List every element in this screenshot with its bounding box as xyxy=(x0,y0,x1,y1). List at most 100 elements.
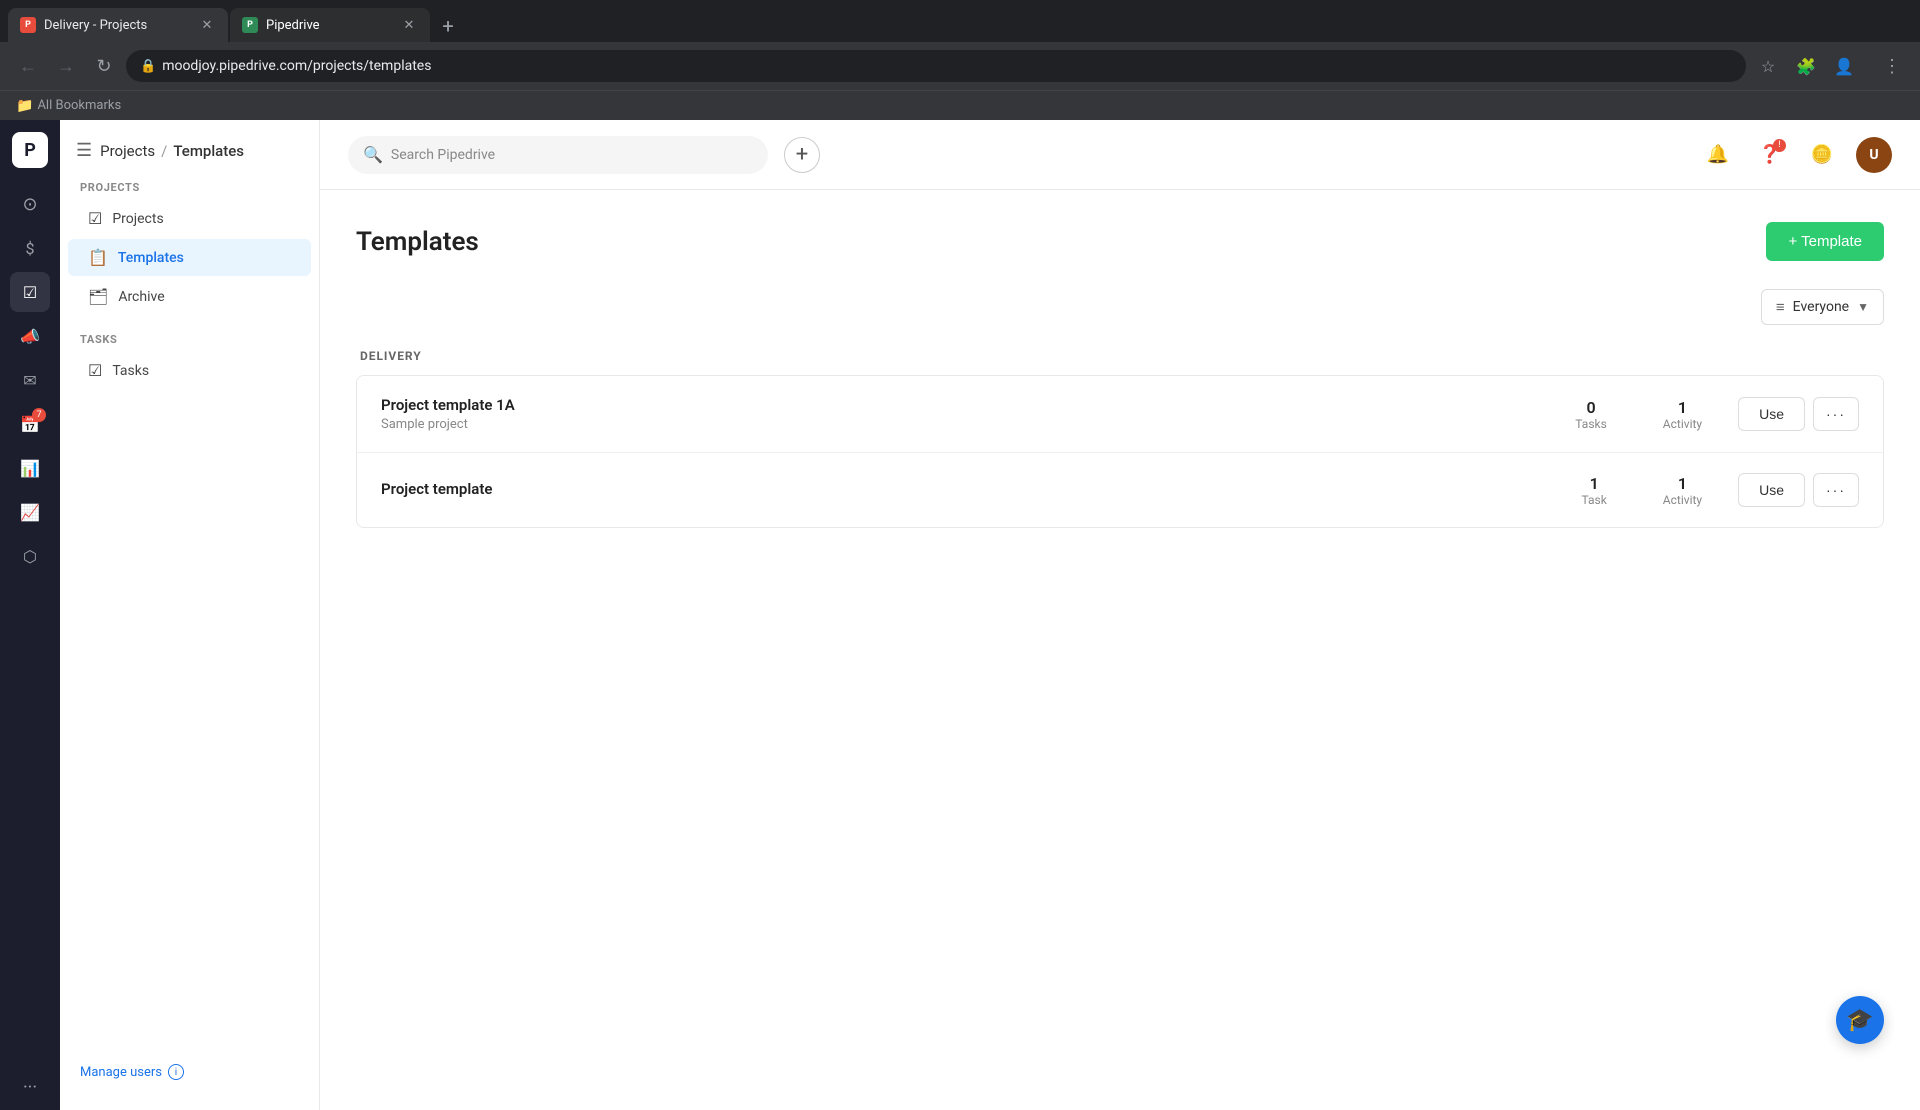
sidebar: ☰ Projects / Templates PROJECTS ☑ Projec… xyxy=(60,120,320,1110)
tab-label-delivery: Delivery - Projects xyxy=(44,18,147,33)
extensions-icon[interactable]: 🧩 xyxy=(1790,50,1822,82)
forward-button[interactable]: → xyxy=(50,50,82,82)
tab-close-delivery[interactable]: ✕ xyxy=(198,16,216,34)
template-1a-activity-label: Activity xyxy=(1663,417,1702,431)
tab-pipedrive[interactable]: P Pipedrive ✕ xyxy=(230,8,430,42)
manage-users-link[interactable]: Manage users i xyxy=(60,1054,204,1090)
search-container[interactable]: 🔍 Search Pipedrive xyxy=(348,136,768,174)
template-1a-actions: Use ··· xyxy=(1738,397,1859,431)
rail-more-button[interactable]: ··· xyxy=(23,1077,37,1098)
templates-nav-label: Templates xyxy=(118,250,184,266)
coins-icon[interactable]: 🪙 xyxy=(1804,137,1840,173)
bookmarks-folder-icon: 📁 xyxy=(16,98,33,114)
rail-logo-text: P xyxy=(24,140,36,161)
template-1a-tasks-stat: 0 Tasks xyxy=(1575,398,1607,431)
tasks-nav-label: Tasks xyxy=(112,363,149,379)
tab-close-pipedrive[interactable]: ✕ xyxy=(400,16,418,34)
icon-rail: P ⊙ $ ☑ 📣 ✉ 📅 7 📊 📈 ⬡ ··· xyxy=(0,120,60,1110)
sidebar-item-tasks[interactable]: ☑ Tasks xyxy=(68,352,311,389)
tasks-section: TASKS ☑ Tasks xyxy=(60,325,319,399)
new-template-button[interactable]: + Template xyxy=(1766,222,1884,261)
address-text: moodjoy.pipedrive.com/projects/templates xyxy=(162,58,431,74)
add-button[interactable]: + xyxy=(784,137,820,173)
rail-icon-calendar[interactable]: 📅 7 xyxy=(10,404,50,444)
bookmarks-bar: 📁 All Bookmarks xyxy=(0,90,1920,120)
breadcrumb-separator: / xyxy=(161,142,167,160)
sidebar-item-projects[interactable]: ☑ Projects xyxy=(68,200,311,237)
template-1a-tasks-count: 0 xyxy=(1575,398,1607,417)
page-content: Templates + Template ≡ Everyone ▼ DELIVE… xyxy=(320,190,1920,1110)
calendar-badge: 7 xyxy=(32,408,46,422)
filter-bar: ≡ Everyone ▼ xyxy=(356,289,1884,325)
rail-icon-projects[interactable]: ☑ xyxy=(10,272,50,312)
nav-bar: ← → ↻ 🔒 moodjoy.pipedrive.com/projects/t… xyxy=(0,42,1920,90)
help-fab[interactable]: 🎓 xyxy=(1836,996,1884,1044)
rail-icon-home[interactable]: ⊙ xyxy=(10,184,50,224)
page-header: Templates + Template xyxy=(356,222,1884,261)
template-2-name: Project template xyxy=(381,480,1581,498)
archive-nav-label: Archive xyxy=(118,289,164,305)
notifications-bell[interactable]: 🔔 xyxy=(1700,137,1736,173)
back-button[interactable]: ← xyxy=(12,50,44,82)
tab-delivery[interactable]: P Delivery - Projects ✕ xyxy=(8,8,228,42)
template-1a-name: Project template 1A xyxy=(381,396,1575,414)
delivery-section-label: DELIVERY xyxy=(356,349,1884,375)
hamburger-icon[interactable]: ☰ xyxy=(76,140,92,161)
template-row-2: Project template 1 Task 1 Activity xyxy=(357,453,1883,527)
rail-icon-campaigns[interactable]: 📣 xyxy=(10,316,50,356)
everyone-filter-dropdown[interactable]: ≡ Everyone ▼ xyxy=(1761,289,1884,325)
templates-nav-icon: 📋 xyxy=(88,248,108,267)
rail-icon-trends[interactable]: 📈 xyxy=(10,492,50,532)
help-button[interactable]: ❓ ! xyxy=(1752,137,1788,173)
template-2-tasks-label: Task xyxy=(1581,493,1606,507)
bookmarks-label: All Bookmarks xyxy=(37,98,121,113)
template-1a-more-button[interactable]: ··· xyxy=(1813,397,1859,431)
tab-label-pipedrive: Pipedrive xyxy=(266,18,320,33)
projects-nav-label: Projects xyxy=(112,211,163,227)
rail-icon-deals[interactable]: $ xyxy=(10,228,50,268)
bookmark-icon[interactable]: ☆ xyxy=(1752,50,1784,82)
template-1a-use-button[interactable]: Use xyxy=(1738,397,1805,431)
tasks-nav-icon: ☑ xyxy=(88,361,102,380)
template-2-more-button[interactable]: ··· xyxy=(1813,473,1859,507)
breadcrumb-projects: Projects xyxy=(100,142,155,160)
template-2-activity-stat: 1 Activity xyxy=(1663,474,1702,507)
template-2-tasks-stat: 1 Task xyxy=(1581,474,1606,507)
template-1a-tasks-label: Tasks xyxy=(1575,417,1607,431)
tab-favicon-pipedrive: P xyxy=(242,17,258,33)
template-2-stats: 1 Task 1 Activity xyxy=(1581,474,1702,507)
new-tab-button[interactable]: + xyxy=(432,10,464,42)
archive-nav-icon: 🗂 xyxy=(88,287,108,306)
template-1a-info: Project template 1A Sample project xyxy=(381,396,1575,432)
template-1a-desc: Sample project xyxy=(381,417,1575,432)
template-2-actions: Use ··· xyxy=(1738,473,1859,507)
projects-nav-icon: ☑ xyxy=(88,209,102,228)
template-list: Project template 1A Sample project 0 Tas… xyxy=(356,375,1884,528)
template-1a-activity-stat: 1 Activity xyxy=(1663,398,1702,431)
rail-logo[interactable]: P xyxy=(12,132,48,168)
rail-icon-inbox[interactable]: ✉ xyxy=(10,360,50,400)
user-avatar[interactable]: U xyxy=(1856,137,1892,173)
template-2-use-button[interactable]: Use xyxy=(1738,473,1805,507)
page-title: Templates xyxy=(356,227,479,257)
breadcrumb-templates: Templates xyxy=(173,142,244,160)
profile-icon[interactable]: 👤 xyxy=(1828,50,1860,82)
template-2-activity-count: 1 xyxy=(1663,474,1702,493)
main-area: 🔍 Search Pipedrive + 🔔 ❓ ! 🪙 U Templates… xyxy=(320,120,1920,1110)
refresh-button[interactable]: ↻ xyxy=(88,50,120,82)
manage-users-label: Manage users xyxy=(80,1065,162,1080)
top-bar: 🔍 Search Pipedrive + 🔔 ❓ ! 🪙 U xyxy=(320,120,1920,190)
sidebar-item-archive[interactable]: 🗂 Archive xyxy=(68,278,311,315)
sidebar-item-templates[interactable]: 📋 Templates xyxy=(68,239,311,276)
menu-icon[interactable]: ⋮ xyxy=(1876,50,1908,82)
rail-icon-stats[interactable]: 📊 xyxy=(10,448,50,488)
breadcrumb: Projects / Templates xyxy=(100,142,244,160)
filter-label: Everyone xyxy=(1793,299,1849,315)
filter-icon: ≡ xyxy=(1776,298,1785,316)
rail-icon-products[interactable]: ⬡ xyxy=(10,536,50,576)
browser-chrome: P Delivery - Projects ✕ P Pipedrive ✕ + … xyxy=(0,0,1920,120)
address-bar[interactable]: 🔒 moodjoy.pipedrive.com/projects/templat… xyxy=(126,50,1746,82)
filter-chevron-icon: ▼ xyxy=(1857,300,1869,314)
search-placeholder: Search Pipedrive xyxy=(391,147,495,163)
template-2-info: Project template xyxy=(381,480,1581,501)
